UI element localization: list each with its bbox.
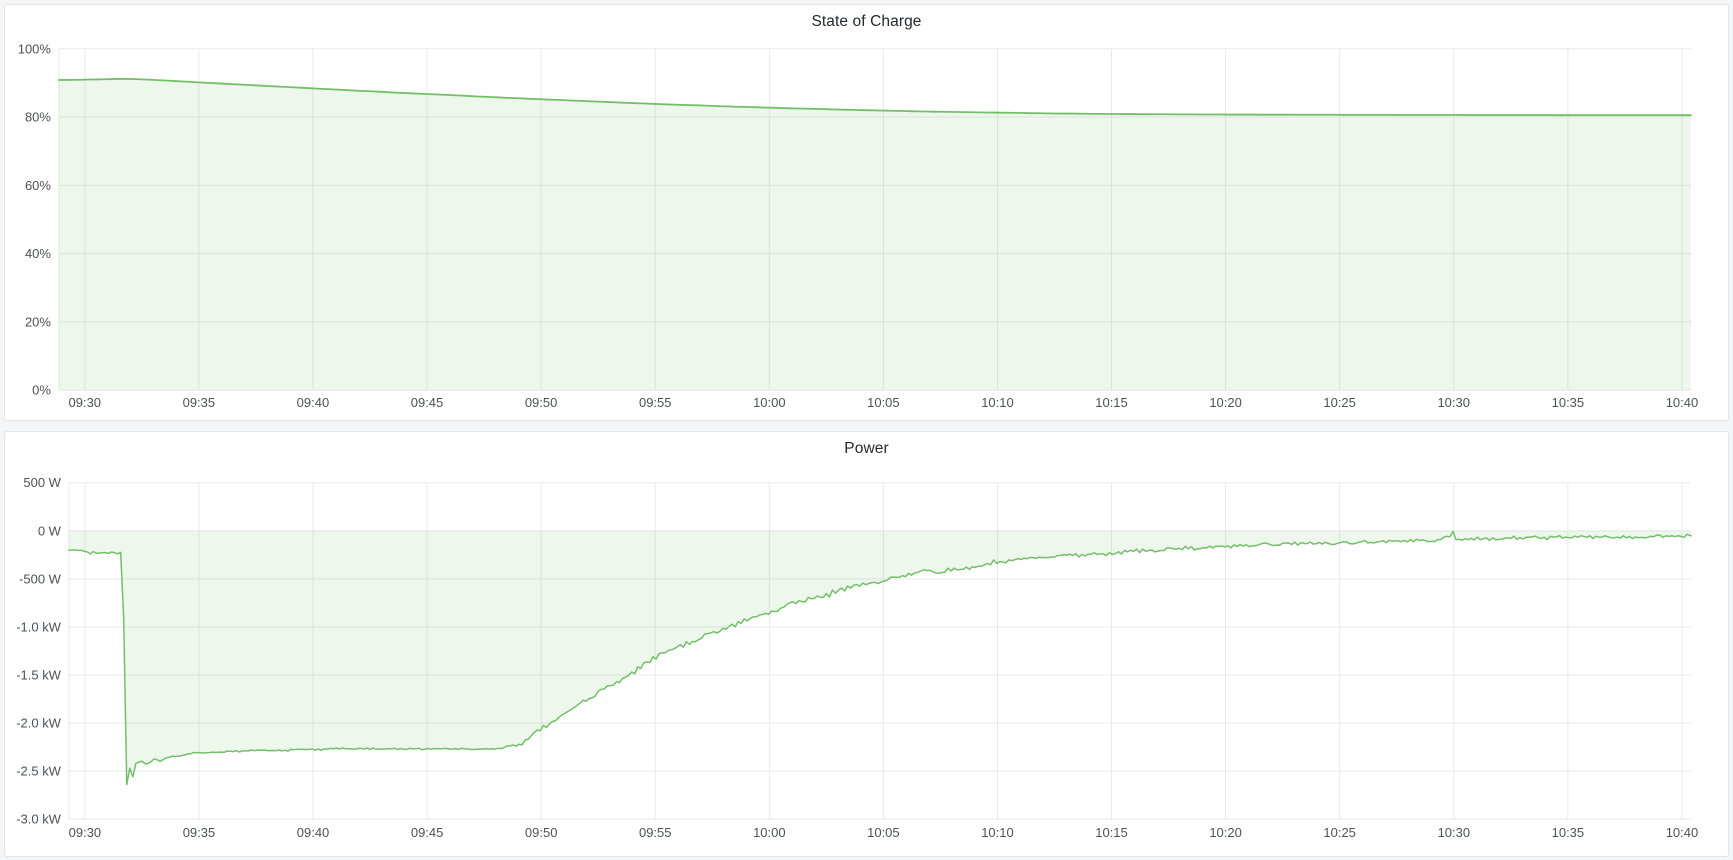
y-tick-label: -1.0 kW	[16, 619, 61, 634]
x-tick-label: 10:15	[1095, 825, 1127, 840]
x-tick-label: 10:05	[867, 395, 899, 410]
y-tick-label: 40%	[25, 246, 51, 261]
x-tick-label: 10:35	[1552, 825, 1584, 840]
x-tick-label: 10:25	[1323, 395, 1355, 410]
x-tick-label: 10:20	[1209, 395, 1241, 410]
x-tick-label: 10:05	[867, 825, 899, 840]
y-tick-label: -2.0 kW	[16, 716, 61, 731]
y-tick-label: 100%	[18, 41, 52, 56]
y-tick-label: -2.5 kW	[16, 764, 61, 779]
panel-state-of-charge: State of Charge 100%80%60%40%20%0%09:300…	[4, 4, 1729, 421]
y-tick-label: 0 W	[38, 523, 62, 538]
x-tick-label: 10:40	[1666, 395, 1698, 410]
x-tick-label: 09:55	[639, 395, 671, 410]
x-tick-label: 10:40	[1666, 825, 1698, 840]
x-tick-label: 09:50	[525, 395, 557, 410]
x-tick-label: 09:40	[297, 395, 329, 410]
x-tick-label: 09:45	[411, 825, 443, 840]
y-tick-label: 60%	[25, 178, 51, 193]
x-tick-label: 10:00	[753, 395, 785, 410]
series-fill	[59, 79, 1691, 390]
x-tick-label: 09:40	[297, 825, 329, 840]
soc-chart[interactable]: 100% 80% 60% 40% 20% 0% 09:30 09:35 09:40 09:45 09…	[5, 5, 1728, 420]
x-tick-label: 09:35	[183, 395, 215, 410]
panel-power: Power 500 W0 W-500 W-1.0 kW-1.5 kW-2.0 k…	[4, 431, 1729, 857]
x-tick-label: 10:00	[753, 825, 785, 840]
x-tick-label: 09:30	[69, 395, 101, 410]
x-tick-label: 10:30	[1437, 395, 1469, 410]
y-tick-label: 500 W	[23, 475, 61, 490]
x-tick-label: 09:45	[411, 395, 443, 410]
x-tick-label: 10:30	[1438, 825, 1470, 840]
y-tick-label: -3.0 kW	[16, 812, 61, 827]
y-tick-label: 20%	[25, 314, 51, 329]
x-tick-label: 10:10	[981, 395, 1013, 410]
dashboard-page: { "page": { "background_color": "#f4f5f6…	[0, 0, 1733, 860]
y-tick-label: 80%	[25, 110, 51, 125]
x-tick-label: 09:50	[525, 825, 557, 840]
x-tick-label: 10:10	[981, 825, 1013, 840]
y-tick-label: -500 W	[19, 571, 62, 586]
y-tick-label: -1.5 kW	[16, 667, 61, 682]
x-tick-label: 10:15	[1095, 395, 1127, 410]
x-tick-label: 10:25	[1323, 825, 1355, 840]
x-tick-label: 09:35	[183, 825, 215, 840]
series-fill	[69, 531, 1691, 785]
power-chart[interactable]: 500 W 0 W -500 W -1.0 kW -1.5 kW -2.0 kW -2.5 …	[5, 432, 1728, 856]
y-tick-label: 0%	[32, 383, 51, 398]
x-tick-label: 10:20	[1209, 825, 1241, 840]
x-tick-label: 10:35	[1552, 395, 1584, 410]
x-tick-label: 09:30	[69, 825, 101, 840]
x-tick-label: 09:55	[639, 825, 671, 840]
